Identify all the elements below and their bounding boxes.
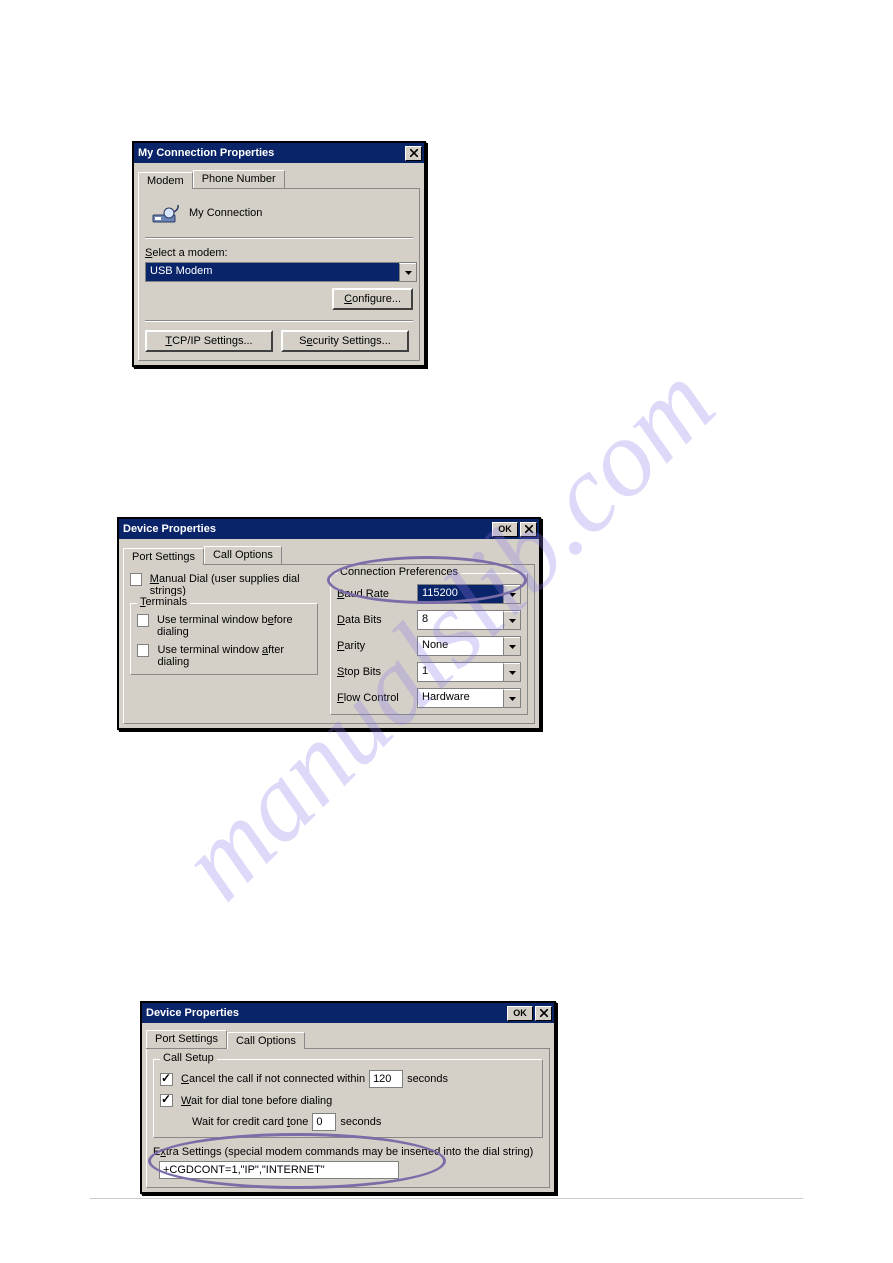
ok-button[interactable]: OK	[507, 1006, 533, 1021]
dropdown-arrow-icon[interactable]	[503, 585, 520, 603]
modem-select[interactable]: USB Modem	[145, 262, 417, 282]
data-bits-label: Data Bits	[337, 614, 417, 626]
call-setup-group: Call Setup Cancel the call if not connec…	[153, 1059, 543, 1138]
tab-call-options[interactable]: Call Options	[227, 1032, 305, 1049]
title-text: Device Properties	[146, 1007, 239, 1019]
terminals-group: Terminals Use terminal window before dia…	[130, 603, 318, 675]
flow-control-value: Hardware	[418, 689, 503, 707]
parity-select[interactable]: None	[417, 636, 521, 656]
call-setup-legend: Call Setup	[160, 1052, 217, 1064]
terminal-before-label: Use terminal window before dialing	[157, 614, 311, 638]
credit-tone-label: Wait for credit card tone	[192, 1116, 308, 1128]
close-button[interactable]	[535, 1006, 552, 1021]
extra-settings-label: Extra Settings (special modem commands m…	[153, 1146, 543, 1158]
close-button[interactable]	[520, 522, 537, 537]
tcpip-settings-button[interactable]: TCP/IP Settings...	[145, 330, 273, 352]
seconds-label-2: seconds	[340, 1116, 381, 1128]
titlebar: Device Properties OK	[119, 519, 539, 539]
modem-icon	[151, 201, 181, 225]
dropdown-arrow-icon[interactable]	[503, 611, 520, 629]
terminals-legend: Terminals	[137, 596, 190, 608]
cancel-call-label: Cancel the call if not connected within	[181, 1073, 365, 1085]
device-properties-port-window: Device Properties OK Port Settings Call …	[117, 517, 541, 730]
select-modem-label: SSelect a modem:elect a modem:	[145, 247, 413, 259]
security-settings-button[interactable]: Security Settings...	[281, 330, 409, 352]
tab-port-settings[interactable]: Port Settings	[123, 548, 204, 565]
terminal-before-checkbox[interactable]	[137, 614, 149, 627]
close-button[interactable]	[405, 146, 422, 161]
my-connection-properties-window: My Connection Properties Modem Phone Num…	[132, 141, 426, 367]
manual-dial-checkbox[interactable]	[130, 573, 142, 586]
tab-modem[interactable]: Modem	[138, 172, 193, 189]
connection-name: My Connection	[189, 207, 262, 219]
tab-strip: Port Settings Call Options	[123, 543, 535, 565]
stop-bits-label: Stop Bits	[337, 666, 417, 678]
flow-control-select[interactable]: Hardware	[417, 688, 521, 708]
data-bits-select[interactable]: 8	[417, 610, 521, 630]
parity-value: None	[418, 637, 503, 655]
tab-strip: Port Settings Call Options	[146, 1027, 550, 1049]
data-bits-value: 8	[418, 611, 503, 629]
ok-button[interactable]: OK	[492, 522, 518, 537]
tab-phone-number[interactable]: Phone Number	[193, 170, 285, 188]
cancel-seconds-input[interactable]	[369, 1070, 403, 1088]
tab-strip: Modem Phone Number	[138, 167, 420, 189]
flow-control-label: Flow Control	[337, 692, 417, 704]
terminal-after-label: Use terminal window after dialing	[157, 644, 311, 668]
modem-selected-value: USB Modem	[146, 263, 399, 281]
baud-rate-select[interactable]: 115200	[417, 584, 521, 604]
titlebar: Device Properties OK	[142, 1003, 554, 1023]
dropdown-arrow-icon[interactable]	[503, 637, 520, 655]
titlebar: My Connection Properties	[134, 143, 424, 163]
wait-dial-tone-label: Wait for dial tone before dialing	[181, 1095, 332, 1107]
stop-bits-select[interactable]: 1	[417, 662, 521, 682]
title-text: Device Properties	[123, 523, 216, 535]
stop-bits-value: 1	[418, 663, 503, 681]
device-properties-call-window: Device Properties OK Port Settings Call …	[140, 1001, 556, 1194]
page-divider	[90, 1198, 803, 1199]
dropdown-arrow-icon[interactable]	[399, 263, 416, 281]
extra-settings-input[interactable]	[159, 1161, 399, 1179]
baud-rate-value: 115200	[418, 585, 503, 603]
tab-port-settings[interactable]: Port Settings	[146, 1030, 227, 1048]
title-text: My Connection Properties	[138, 147, 274, 159]
baud-rate-label: Baud Rate	[337, 588, 417, 600]
configure-button[interactable]: Configure...	[332, 288, 413, 310]
tab-call-options[interactable]: Call Options	[204, 546, 282, 564]
credit-tone-input[interactable]	[312, 1113, 336, 1131]
cancel-call-checkbox[interactable]	[160, 1073, 173, 1086]
seconds-label: seconds	[407, 1073, 448, 1085]
dropdown-arrow-icon[interactable]	[503, 689, 520, 707]
manual-dial-label: Manual Dial (user supplies dial strings)	[150, 573, 318, 597]
dropdown-arrow-icon[interactable]	[503, 663, 520, 681]
connection-preferences-group: Connection Preferences Baud Rate 115200 …	[330, 573, 528, 715]
connection-preferences-legend: Connection Preferences	[337, 566, 461, 578]
terminal-after-checkbox[interactable]	[137, 644, 149, 657]
wait-dial-tone-checkbox[interactable]	[160, 1094, 173, 1107]
parity-label: Parity	[337, 640, 417, 652]
